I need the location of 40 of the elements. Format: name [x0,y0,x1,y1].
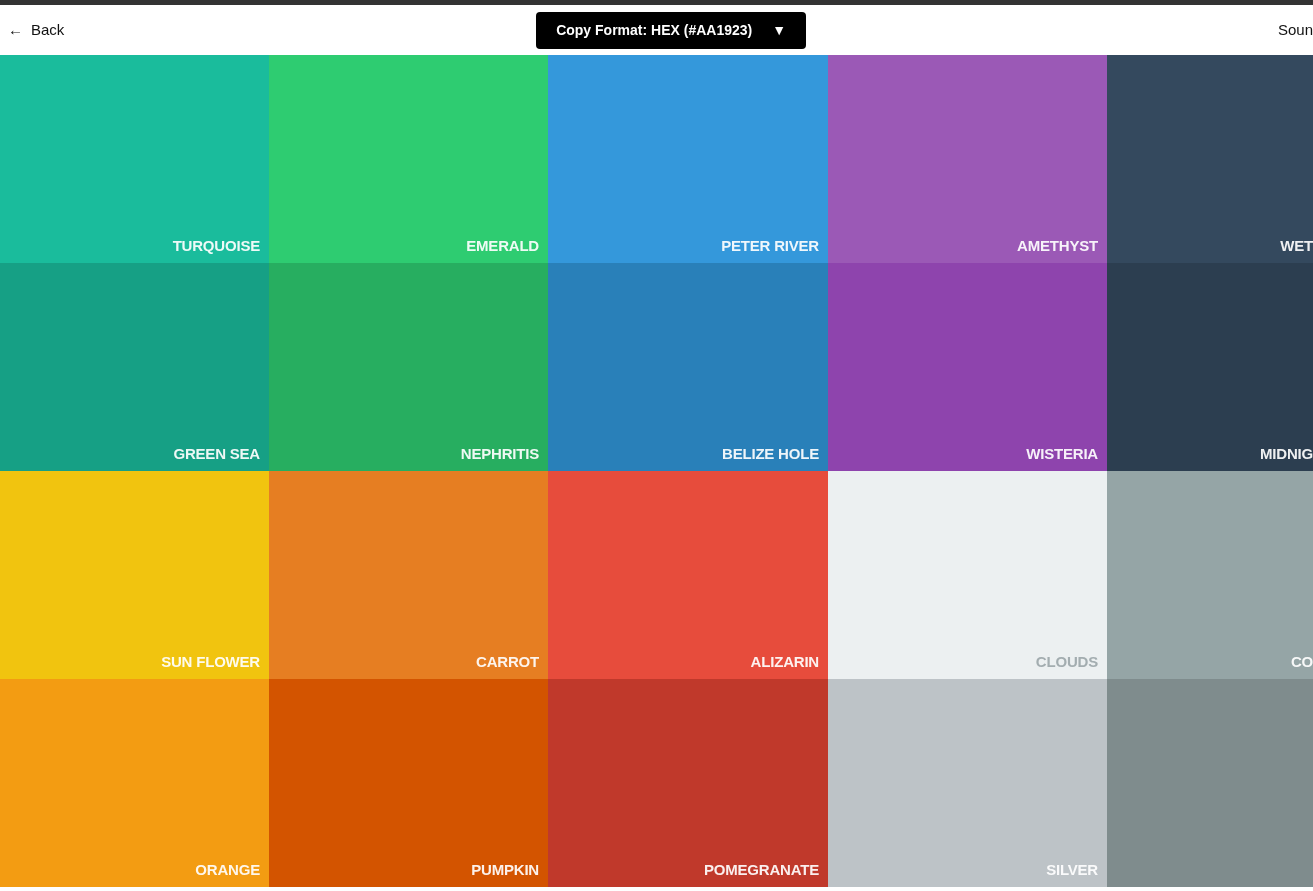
color-swatch[interactable]: EMERALD [269,55,548,263]
color-swatch[interactable]: TURQUOISE [0,55,269,263]
color-name: CO [1290,651,1313,672]
color-name: CARROT [476,651,539,672]
color-name: EMERALD [466,235,539,256]
color-name: SILVER [1046,859,1098,880]
color-name: TURQUOISE [172,235,260,256]
color-name: NEPHRITIS [460,443,539,464]
color-name: ALIZARIN [750,651,819,672]
color-name: CLOUDS [1035,651,1098,672]
color-name: POMEGRANATE [703,859,819,880]
color-name: MIDNIG [1260,443,1313,464]
color-swatch[interactable]: BELIZE HOLE [548,263,828,471]
copy-format-dropdown[interactable]: Copy Format: HEX (#AA1923) ▼ [536,11,807,49]
color-swatch[interactable]: WISTERIA [828,263,1107,471]
back-link[interactable]: ← Back [8,18,65,42]
color-swatch[interactable]: POMEGRANATE [548,679,828,887]
color-swatch[interactable]: GREEN SEA [0,263,269,471]
color-name: AMETHYST [1017,235,1098,256]
color-name: WISTERIA [1026,443,1098,464]
color-swatch[interactable]: CLOUDS [828,471,1107,679]
color-swatch[interactable]: CO [1107,471,1313,679]
color-swatch[interactable]: AMETHYST [828,55,1107,263]
color-name: WET [1280,235,1313,256]
color-name: PETER RIVER [721,235,819,256]
sound-toggle[interactable]: Soun [1277,18,1313,42]
color-name: SUN FLOWER [161,651,260,672]
color-swatch[interactable]: ORANGE [0,679,269,887]
color-name: ORANGE [195,859,260,880]
color-swatch[interactable]: MIDNIG [1107,263,1313,471]
color-swatch[interactable]: ALIZARIN [548,471,828,679]
color-swatch[interactable]: NEPHRITIS [269,263,548,471]
color-swatch[interactable]: CARROT [269,471,548,679]
color-swatch[interactable]: PUMPKIN [269,679,548,887]
color-name: GREEN SEA [173,443,260,464]
color-name: BELIZE HOLE [722,443,819,464]
color-swatch[interactable]: WET [1107,55,1313,263]
color-name: PUMPKIN [471,859,539,880]
color-swatch[interactable]: PETER RIVER [548,55,828,263]
color-swatch[interactable] [1107,679,1313,887]
